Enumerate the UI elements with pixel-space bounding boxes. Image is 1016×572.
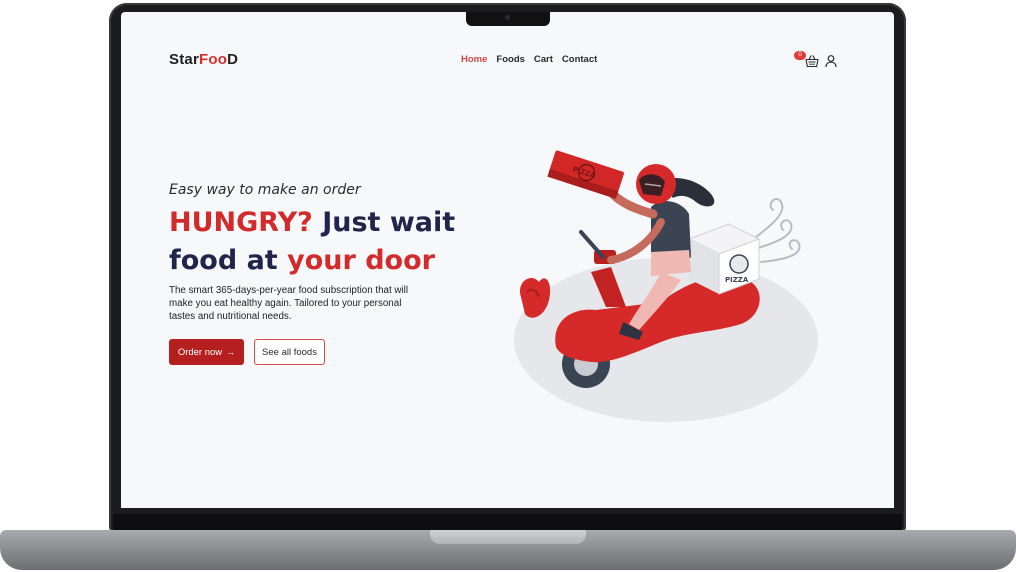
- logo[interactable]: StarFooD: [169, 51, 238, 68]
- headline-highlight-end: your door: [287, 245, 435, 276]
- headline-highlight: HUNGRY?: [169, 207, 313, 238]
- delivery-box-label: PIZZA: [725, 276, 749, 284]
- arrow-right-icon: →: [226, 347, 236, 357]
- shopping-basket-icon: [805, 55, 819, 68]
- order-now-button[interactable]: Order now →: [169, 339, 244, 365]
- nav-link-cart[interactable]: Cart: [534, 54, 553, 65]
- camera-lens: [505, 15, 510, 20]
- see-all-foods-button[interactable]: See all foods: [254, 339, 325, 365]
- hero-tagline: Easy way to make an order: [169, 182, 361, 198]
- nav-link-foods[interactable]: Foods: [496, 54, 525, 65]
- see-all-foods-label: See all foods: [262, 346, 317, 358]
- logo-text-end: D: [227, 51, 239, 68]
- user-icon[interactable]: [824, 54, 838, 68]
- nav-link-contact[interactable]: Contact: [562, 54, 597, 65]
- hero-description: The smart 365-days-per-year food subscri…: [169, 285, 409, 322]
- cart-button[interactable]: 0: [794, 51, 821, 70]
- navbar: StarFooD Home Foods Cart Contact 0: [121, 12, 894, 108]
- order-now-label: Order now: [177, 346, 223, 358]
- website-screen: StarFooD Home Foods Cart Contact 0 Easy …: [121, 12, 894, 508]
- nav-link-home[interactable]: Home: [461, 54, 487, 65]
- delivery-scooter-illustration: PIZZA PIZZA: [514, 150, 818, 422]
- logo-text-start: StarFoo: [169, 51, 228, 68]
- laptop-opening-notch: [430, 530, 586, 544]
- nav-links: Home Foods Cart Contact: [461, 54, 597, 65]
- pizza-box: PIZZA: [547, 150, 624, 199]
- hero-headline: HUNGRY? Just wait food at your door: [169, 204, 489, 280]
